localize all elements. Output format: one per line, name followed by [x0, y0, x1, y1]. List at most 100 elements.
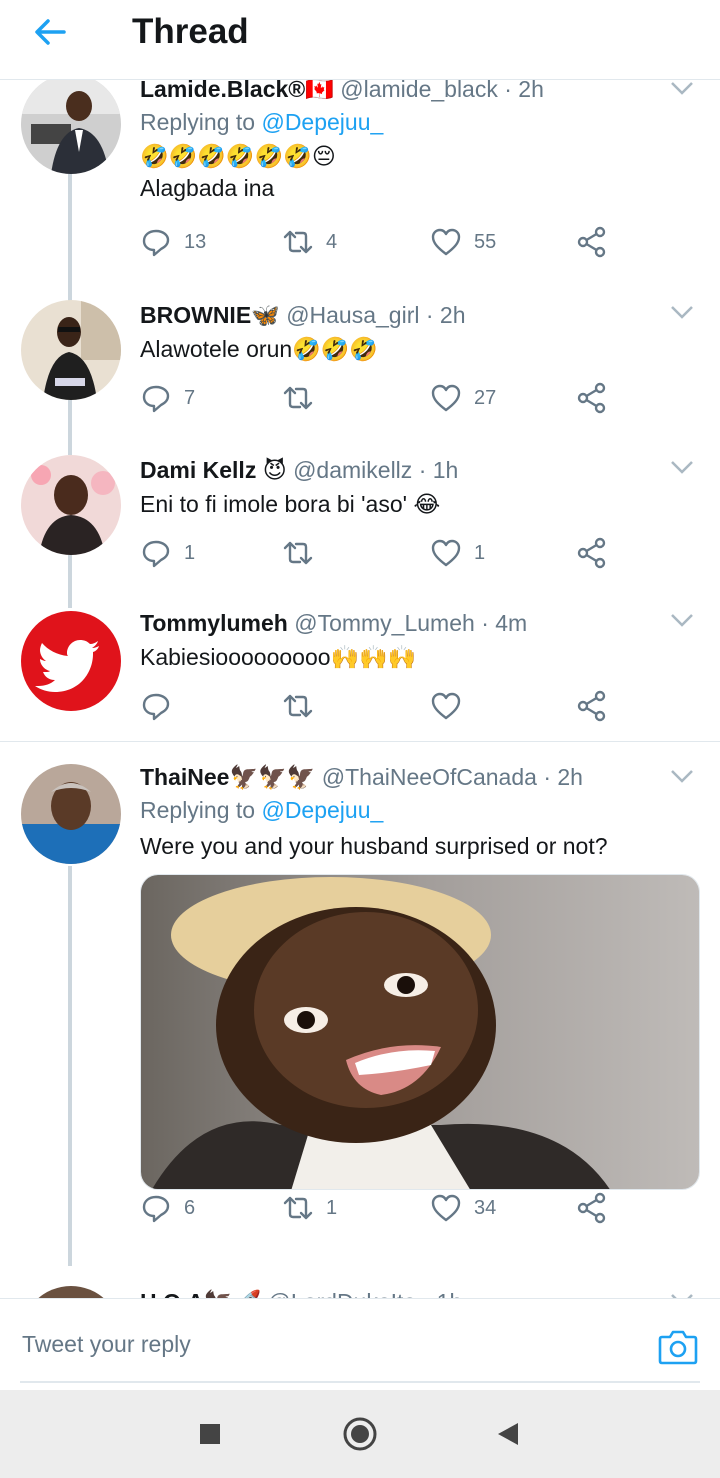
user-handle: @Hausa_girl [286, 302, 420, 328]
composer-underline [20, 1381, 700, 1383]
chevron-down-icon[interactable] [670, 459, 694, 475]
chevron-down-icon[interactable] [670, 612, 694, 628]
home-circle-icon [343, 1417, 377, 1451]
like-count: 27 [474, 386, 497, 409]
avatar[interactable] [21, 80, 121, 174]
recent-apps-button[interactable] [190, 1414, 230, 1454]
home-button[interactable] [340, 1414, 380, 1454]
like-icon [431, 692, 461, 720]
user-handle: @LordDukeIte [268, 1289, 417, 1298]
back-arrow-icon [35, 19, 66, 45]
reply-button[interactable]: 6 [140, 1190, 195, 1226]
reply-composer[interactable]: Tweet your reply [0, 1298, 720, 1390]
reply-count: 7 [184, 386, 196, 409]
reply-mention-link[interactable]: @Depejuu_ [261, 109, 383, 135]
top-app-bar: Thread [0, 0, 720, 80]
back-button[interactable] [28, 10, 72, 54]
tweet-lamide-black[interactable]: Lamide.Black®🇨🇦 @lamide_black · 2h Reply… [0, 80, 720, 300]
like-button[interactable]: 55 [430, 224, 496, 260]
avatar[interactable] [21, 764, 121, 864]
reply-button[interactable]: 13 [140, 224, 206, 260]
retweet-count: 1 [326, 1196, 338, 1219]
user-handle: @lamide_black [340, 80, 498, 102]
retweet-button[interactable] [282, 688, 326, 724]
share-button[interactable] [576, 380, 608, 416]
like-button[interactable]: 27 [430, 380, 496, 416]
reply-input[interactable]: Tweet your reply [22, 1331, 191, 1358]
thread-line [68, 174, 72, 300]
user-handle: @damikellz [293, 457, 413, 483]
tweet-hoa[interactable]: H.O.A🦅🚀 @LordDukeIte · 1h [0, 1252, 720, 1298]
reply-mention-link[interactable]: @Depejuu_ [261, 797, 383, 823]
timestamp: · 1h [418, 457, 459, 483]
share-button[interactable] [576, 224, 608, 260]
system-navigation-bar [0, 1390, 720, 1478]
avatar[interactable] [21, 611, 121, 711]
thread-line [68, 866, 72, 1266]
camera-icon[interactable] [658, 1327, 698, 1365]
twitter-bird-icon [35, 640, 99, 692]
retweet-button[interactable]: 4 [282, 224, 337, 260]
timestamp: · 2h [425, 302, 466, 328]
retweet-count: 4 [326, 230, 338, 253]
tweet-text: Eni to fi imole bora bi 'aso' 😂 [140, 491, 441, 517]
tweet-text: Alawotele orun🤣🤣🤣 [140, 336, 379, 362]
share-icon [577, 382, 606, 414]
reply-icon [142, 1195, 170, 1223]
retweet-icon [283, 541, 313, 565]
like-count: 34 [474, 1196, 497, 1219]
reply-button[interactable] [140, 688, 184, 724]
back-nav-button[interactable] [488, 1414, 528, 1454]
tweet-dami-kellz[interactable]: Dami Kellz 😈 @damikellz · 1h Eni to fi i… [0, 455, 720, 608]
chevron-down-icon[interactable] [670, 304, 694, 320]
chevron-down-icon[interactable] [670, 768, 694, 784]
reply-button[interactable]: 7 [140, 380, 195, 416]
tweet-tommylumeh[interactable]: Tommylumeh @Tommy_Lumeh · 4m Kabiesioooo… [0, 608, 720, 741]
user-handle: @ThaiNeeOfCanada [321, 764, 537, 790]
display-name[interactable]: ThaiNee🦅🦅🦅 [140, 764, 315, 790]
tweet-media-photo[interactable] [140, 874, 700, 1190]
reply-icon [142, 693, 170, 721]
like-button[interactable]: 34 [430, 1190, 496, 1226]
display-name[interactable]: Tommylumeh [140, 610, 288, 636]
display-name[interactable]: Dami Kellz 😈 [140, 457, 287, 483]
thread-feed[interactable]: Lamide.Black®🇨🇦 @lamide_black · 2h Reply… [0, 80, 720, 1298]
tweet-text: 🤣🤣🤣🤣🤣🤣😔 [140, 143, 336, 169]
like-button[interactable]: 1 [430, 535, 485, 571]
retweet-button[interactable]: 1 [282, 1190, 337, 1226]
chevron-down-icon[interactable] [670, 80, 694, 96]
like-count: 55 [474, 230, 497, 253]
share-button[interactable] [576, 535, 608, 571]
display-name[interactable]: H.O.A🦅🚀 [140, 1289, 261, 1298]
page-title: Thread [132, 12, 249, 51]
reply-count: 13 [184, 230, 207, 253]
reply-button[interactable]: 1 [140, 535, 195, 571]
like-icon [431, 1194, 461, 1222]
like-button[interactable] [430, 688, 474, 724]
avatar[interactable] [21, 455, 121, 555]
share-button[interactable] [576, 1190, 608, 1226]
like-count: 1 [474, 541, 486, 564]
retweet-icon [283, 230, 313, 254]
share-icon [577, 1192, 606, 1224]
thread-line [68, 400, 72, 455]
retweet-icon [283, 1196, 313, 1220]
avatar[interactable] [21, 300, 121, 400]
tweet-brownie[interactable]: BROWNIE🦋 @Hausa_girl · 2h Alawotele orun… [0, 300, 720, 455]
share-button[interactable] [576, 688, 608, 724]
display-name[interactable]: BROWNIE🦋 [140, 302, 280, 328]
reply-icon [142, 540, 170, 568]
timestamp: · 1h [423, 1289, 463, 1298]
retweet-icon [283, 386, 313, 410]
timestamp: · 4m [481, 610, 528, 636]
thread-line [68, 555, 72, 608]
retweet-button[interactable] [282, 380, 326, 416]
like-icon [431, 384, 461, 412]
tweet-text: Were you and your husband surprised or n… [140, 833, 608, 859]
display-name[interactable]: Lamide.Black®🇨🇦 [140, 80, 334, 102]
user-handle: @Tommy_Lumeh [294, 610, 475, 636]
avatar[interactable] [21, 1286, 121, 1298]
retweet-button[interactable] [282, 535, 326, 571]
reply-icon [142, 385, 170, 413]
like-icon [431, 539, 461, 567]
